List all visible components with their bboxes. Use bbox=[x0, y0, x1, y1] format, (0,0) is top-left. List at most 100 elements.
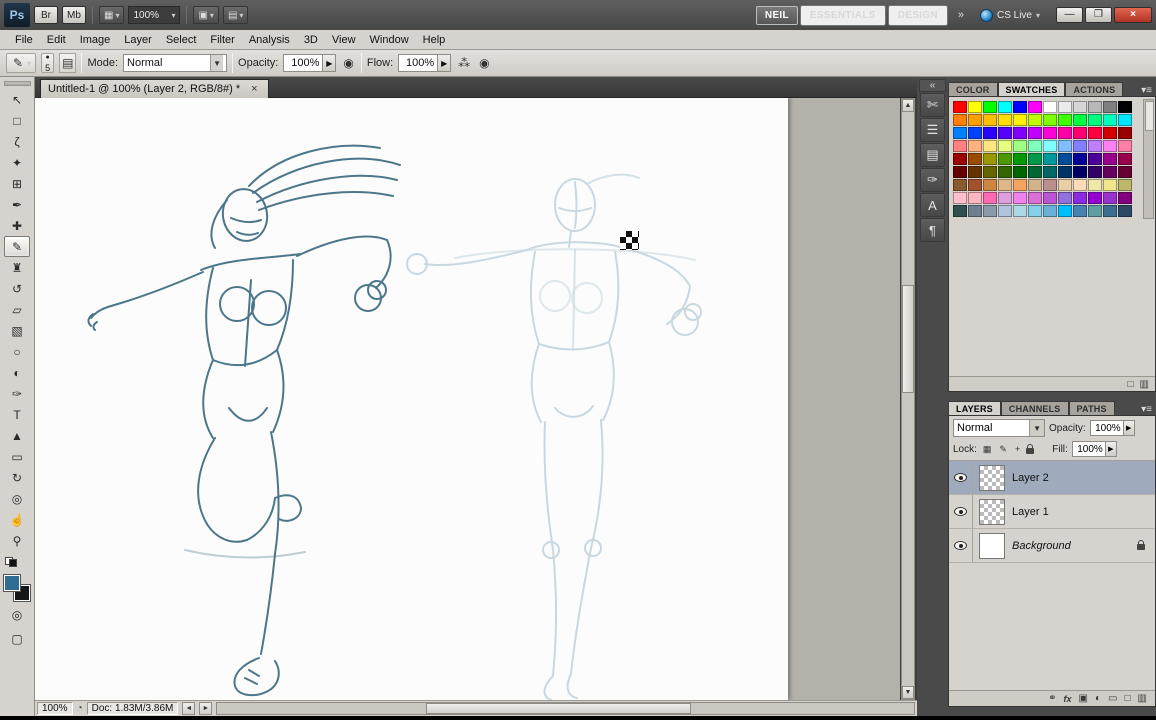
cs-live-button[interactable]: CS Live ▾ bbox=[974, 9, 1046, 22]
color-swatch[interactable] bbox=[1103, 127, 1117, 139]
workspace-essentials[interactable]: ESSENTIALS bbox=[800, 5, 886, 26]
color-swatch[interactable] bbox=[1088, 101, 1102, 113]
layer-fill-input[interactable]: 100% bbox=[1072, 441, 1106, 457]
color-swatch[interactable] bbox=[1028, 153, 1042, 165]
document-tab[interactable]: Untitled-1 @ 100% (Layer 2, RGB/8#) * × bbox=[40, 79, 269, 98]
scroll-down-arrow[interactable]: ▼ bbox=[902, 686, 914, 699]
quick-selection-tool[interactable]: ✦ bbox=[4, 152, 30, 173]
add-layer-mask-icon[interactable]: ▣ bbox=[1079, 693, 1088, 704]
layer-style-icon[interactable]: fx bbox=[1064, 694, 1072, 704]
color-swatch[interactable] bbox=[1013, 114, 1027, 126]
color-swatch[interactable] bbox=[1118, 114, 1132, 126]
color-swatch[interactable] bbox=[1058, 127, 1072, 139]
eyedropper-tool[interactable]: ✒ bbox=[4, 194, 30, 215]
color-swatch[interactable] bbox=[1118, 127, 1132, 139]
scroll-up-arrow[interactable]: ▲ bbox=[902, 99, 914, 112]
color-swatch[interactable] bbox=[968, 192, 982, 204]
color-swatch[interactable] bbox=[1088, 166, 1102, 178]
workspace-neil[interactable]: NEIL bbox=[756, 6, 798, 25]
color-swatch[interactable] bbox=[953, 192, 967, 204]
tool-presets-panel-icon[interactable]: ✄ bbox=[920, 93, 945, 117]
color-swatch[interactable] bbox=[968, 140, 982, 152]
zoom-level-dropdown[interactable]: 100%▾ bbox=[128, 6, 180, 24]
tab-actions[interactable]: ACTIONS bbox=[1065, 82, 1123, 96]
color-swatch[interactable] bbox=[1073, 192, 1087, 204]
color-swatch[interactable] bbox=[1073, 140, 1087, 152]
color-swatch[interactable] bbox=[983, 127, 997, 139]
history-brush-tool[interactable]: ↺ bbox=[4, 278, 30, 299]
layer-opacity-arrow[interactable]: ▶ bbox=[1124, 420, 1135, 436]
color-swatch[interactable] bbox=[1013, 205, 1027, 217]
eraser-tool[interactable]: ▱ bbox=[4, 299, 30, 320]
menu-item[interactable]: Edit bbox=[40, 32, 73, 48]
color-swatch[interactable] bbox=[1043, 114, 1057, 126]
lock-all-icon[interactable] bbox=[1026, 448, 1034, 454]
pen-tool[interactable]: ✑ bbox=[4, 383, 30, 404]
color-swatch[interactable] bbox=[1043, 101, 1057, 113]
opacity-input[interactable]: 100% bbox=[283, 54, 323, 72]
horizontal-scrollbar[interactable] bbox=[216, 702, 915, 715]
delete-swatch-icon[interactable]: ▥ bbox=[1140, 379, 1149, 390]
color-swatch[interactable] bbox=[1073, 127, 1087, 139]
tab-paths[interactable]: PATHS bbox=[1069, 401, 1115, 415]
color-swatch[interactable] bbox=[953, 166, 967, 178]
layer-thumbnail[interactable] bbox=[979, 465, 1005, 491]
color-swatch[interactable] bbox=[1103, 179, 1117, 191]
color-swatch[interactable] bbox=[998, 140, 1012, 152]
color-swatch[interactable] bbox=[1118, 205, 1132, 217]
masks-panel-icon[interactable]: ▤ bbox=[920, 143, 945, 167]
color-swatch[interactable] bbox=[1088, 179, 1102, 191]
spot-healing-brush-tool[interactable]: ✚ bbox=[4, 215, 30, 236]
color-swatch[interactable] bbox=[983, 153, 997, 165]
lock-position-icon[interactable]: + bbox=[1013, 443, 1022, 455]
color-swatch[interactable] bbox=[1028, 192, 1042, 204]
color-swatch[interactable] bbox=[1043, 205, 1057, 217]
layer-fill-arrow[interactable]: ▶ bbox=[1106, 441, 1117, 457]
lock-pixels-icon[interactable]: ✎ bbox=[997, 443, 1009, 456]
layer-name[interactable]: Background bbox=[1012, 540, 1071, 552]
link-layers-icon[interactable]: ⚭ bbox=[1048, 693, 1056, 704]
color-swatch[interactable] bbox=[1013, 127, 1027, 139]
color-swatch[interactable] bbox=[998, 101, 1012, 113]
3d-camera-rotate-tool[interactable]: ◎ bbox=[4, 488, 30, 509]
color-swatch[interactable] bbox=[1013, 153, 1027, 165]
color-swatch[interactable] bbox=[1058, 205, 1072, 217]
workspace-overflow-chevron[interactable]: » bbox=[952, 9, 970, 21]
color-swatch[interactable] bbox=[1103, 205, 1117, 217]
color-swatch[interactable] bbox=[1088, 153, 1102, 165]
minibridge-button[interactable]: Mb bbox=[62, 6, 86, 24]
color-swatch[interactable] bbox=[1088, 192, 1102, 204]
workspace-design[interactable]: DESIGN bbox=[888, 5, 948, 26]
color-swatch[interactable] bbox=[1088, 205, 1102, 217]
flow-slider-arrow[interactable]: ▶ bbox=[438, 54, 451, 72]
3d-object-rotate-tool[interactable]: ↻ bbox=[4, 467, 30, 488]
color-swatch[interactable] bbox=[1103, 114, 1117, 126]
tab-channels[interactable]: CHANNELS bbox=[1001, 401, 1069, 415]
move-tool[interactable]: ↖ bbox=[4, 89, 30, 110]
color-swatch[interactable] bbox=[1088, 114, 1102, 126]
color-swatch[interactable] bbox=[953, 140, 967, 152]
horizontal-type-tool[interactable]: T bbox=[4, 404, 30, 425]
color-swatch[interactable] bbox=[1103, 192, 1117, 204]
restore-button[interactable]: ❐ bbox=[1085, 7, 1112, 23]
color-swatch[interactable] bbox=[998, 114, 1012, 126]
color-swatch[interactable] bbox=[1073, 166, 1087, 178]
Layer 2[interactable]: Layer 2 bbox=[949, 461, 1155, 495]
color-swatch[interactable] bbox=[1028, 205, 1042, 217]
color-swatch[interactable] bbox=[983, 205, 997, 217]
layer-group-icon[interactable]: ▭ bbox=[1108, 693, 1117, 704]
color-swatch[interactable] bbox=[968, 101, 982, 113]
color-swatch[interactable] bbox=[1103, 166, 1117, 178]
menu-item[interactable]: 3D bbox=[297, 32, 325, 48]
color-swatch[interactable] bbox=[1118, 153, 1132, 165]
color-swatch[interactable] bbox=[1073, 205, 1087, 217]
color-swatch[interactable] bbox=[1058, 179, 1072, 191]
color-swatch[interactable] bbox=[968, 127, 982, 139]
rectangle-tool[interactable]: ▭ bbox=[4, 446, 30, 467]
quick-mask-button[interactable]: ◎ bbox=[4, 605, 30, 625]
photoshop-logo-icon[interactable]: Ps bbox=[4, 3, 30, 27]
bridge-button[interactable]: Br bbox=[34, 6, 58, 24]
color-swatch[interactable] bbox=[983, 166, 997, 178]
color-swatch[interactable] bbox=[1043, 127, 1057, 139]
color-swatch[interactable] bbox=[1073, 101, 1087, 113]
